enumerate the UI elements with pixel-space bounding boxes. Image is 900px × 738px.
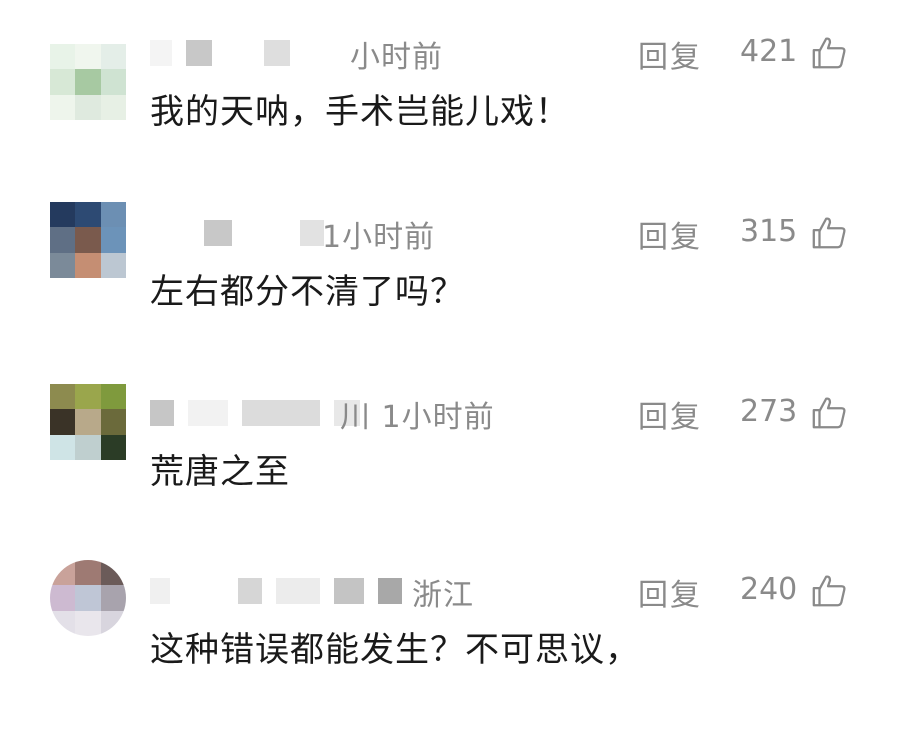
avatar-pixel xyxy=(100,384,126,410)
avatar-pixel xyxy=(50,409,76,435)
comment-meta-row: 川 1小时前 回复 273 xyxy=(150,390,870,436)
comment-item: 浙江 回复 240 这种错误都能发生？不可思议， xyxy=(0,560,900,738)
like-count: 315 xyxy=(740,214,798,249)
avatar-pixel xyxy=(50,94,76,120)
reply-button[interactable]: 回复 xyxy=(638,32,702,76)
thumbs-up-icon[interactable] xyxy=(810,394,848,432)
comment-location: 浙江 xyxy=(412,578,474,613)
comment-text: 我的天呐，手术岂能儿戏！ xyxy=(150,92,570,132)
avatar-pixel xyxy=(75,610,101,636)
comment-time: 川 1小时前 xyxy=(340,400,495,435)
comment-item: 小时前 回复 421 我的天呐，手术岂能儿戏！ xyxy=(0,30,900,200)
avatar-pixel xyxy=(50,69,76,95)
avatar-pixel xyxy=(100,434,126,460)
thumbs-up-icon[interactable] xyxy=(810,572,848,610)
avatar-pixel xyxy=(50,585,76,611)
avatar-pixel xyxy=(50,384,76,410)
avatar-pixel xyxy=(75,560,101,586)
avatar[interactable] xyxy=(50,384,126,460)
avatar-pixel xyxy=(100,560,126,586)
reply-button[interactable]: 回复 xyxy=(638,212,702,256)
avatar-pixel xyxy=(75,202,101,228)
avatar-pixel xyxy=(100,69,126,95)
username-blurred[interactable] xyxy=(150,398,360,428)
comment-item: 1小时前 回复 315 左右都分不清了吗？ xyxy=(0,202,900,380)
reply-button[interactable]: 回复 xyxy=(638,392,702,436)
avatar[interactable] xyxy=(50,44,126,120)
avatar-pixel xyxy=(75,69,101,95)
username-blurred[interactable] xyxy=(150,218,324,248)
avatar-pixel xyxy=(50,610,76,636)
comment-text: 荒唐之至 xyxy=(150,452,290,492)
avatar-pixel xyxy=(100,227,126,253)
avatar-pixel xyxy=(75,227,101,253)
avatar-pixel xyxy=(75,409,101,435)
like-count: 273 xyxy=(740,394,798,429)
comment-time: 1小时前 xyxy=(322,220,436,255)
avatar-pixel xyxy=(75,434,101,460)
avatar-pixel xyxy=(50,434,76,460)
avatar-pixel xyxy=(50,252,76,278)
username-blurred[interactable] xyxy=(150,38,290,68)
comment-text: 左右都分不清了吗？ xyxy=(150,272,465,312)
comment-text: 这种错误都能发生？不可思议， xyxy=(150,630,640,670)
avatar-pixel xyxy=(100,409,126,435)
username-blurred[interactable] xyxy=(150,576,402,606)
avatar-pixel xyxy=(50,227,76,253)
comment-item: 川 1小时前 回复 273 荒唐之至 xyxy=(0,384,900,560)
comment-meta-row: 浙江 回复 240 xyxy=(150,568,870,614)
avatar-pixel xyxy=(50,202,76,228)
avatar-pixel xyxy=(100,44,126,70)
thumbs-up-icon[interactable] xyxy=(810,214,848,252)
avatar-pixel xyxy=(100,94,126,120)
comment-time: 小时前 xyxy=(350,40,443,75)
comment-meta-row: 小时前 回复 421 xyxy=(150,30,870,76)
thumbs-up-icon[interactable] xyxy=(810,34,848,72)
avatar-pixel xyxy=(50,44,76,70)
reply-button[interactable]: 回复 xyxy=(638,570,702,614)
comment-meta-row: 1小时前 回复 315 xyxy=(150,210,870,256)
avatar-pixel xyxy=(100,202,126,228)
avatar-pixel xyxy=(75,44,101,70)
avatar-pixel xyxy=(50,560,76,586)
avatar-pixel xyxy=(100,252,126,278)
avatar-pixel xyxy=(100,585,126,611)
avatar-pixel xyxy=(100,610,126,636)
avatar-pixel xyxy=(75,384,101,410)
like-count: 421 xyxy=(740,34,798,69)
like-count: 240 xyxy=(740,572,798,607)
avatar[interactable] xyxy=(50,202,126,278)
avatar-pixel xyxy=(75,585,101,611)
avatar[interactable] xyxy=(50,560,126,636)
avatar-pixel xyxy=(75,94,101,120)
avatar-pixel xyxy=(75,252,101,278)
